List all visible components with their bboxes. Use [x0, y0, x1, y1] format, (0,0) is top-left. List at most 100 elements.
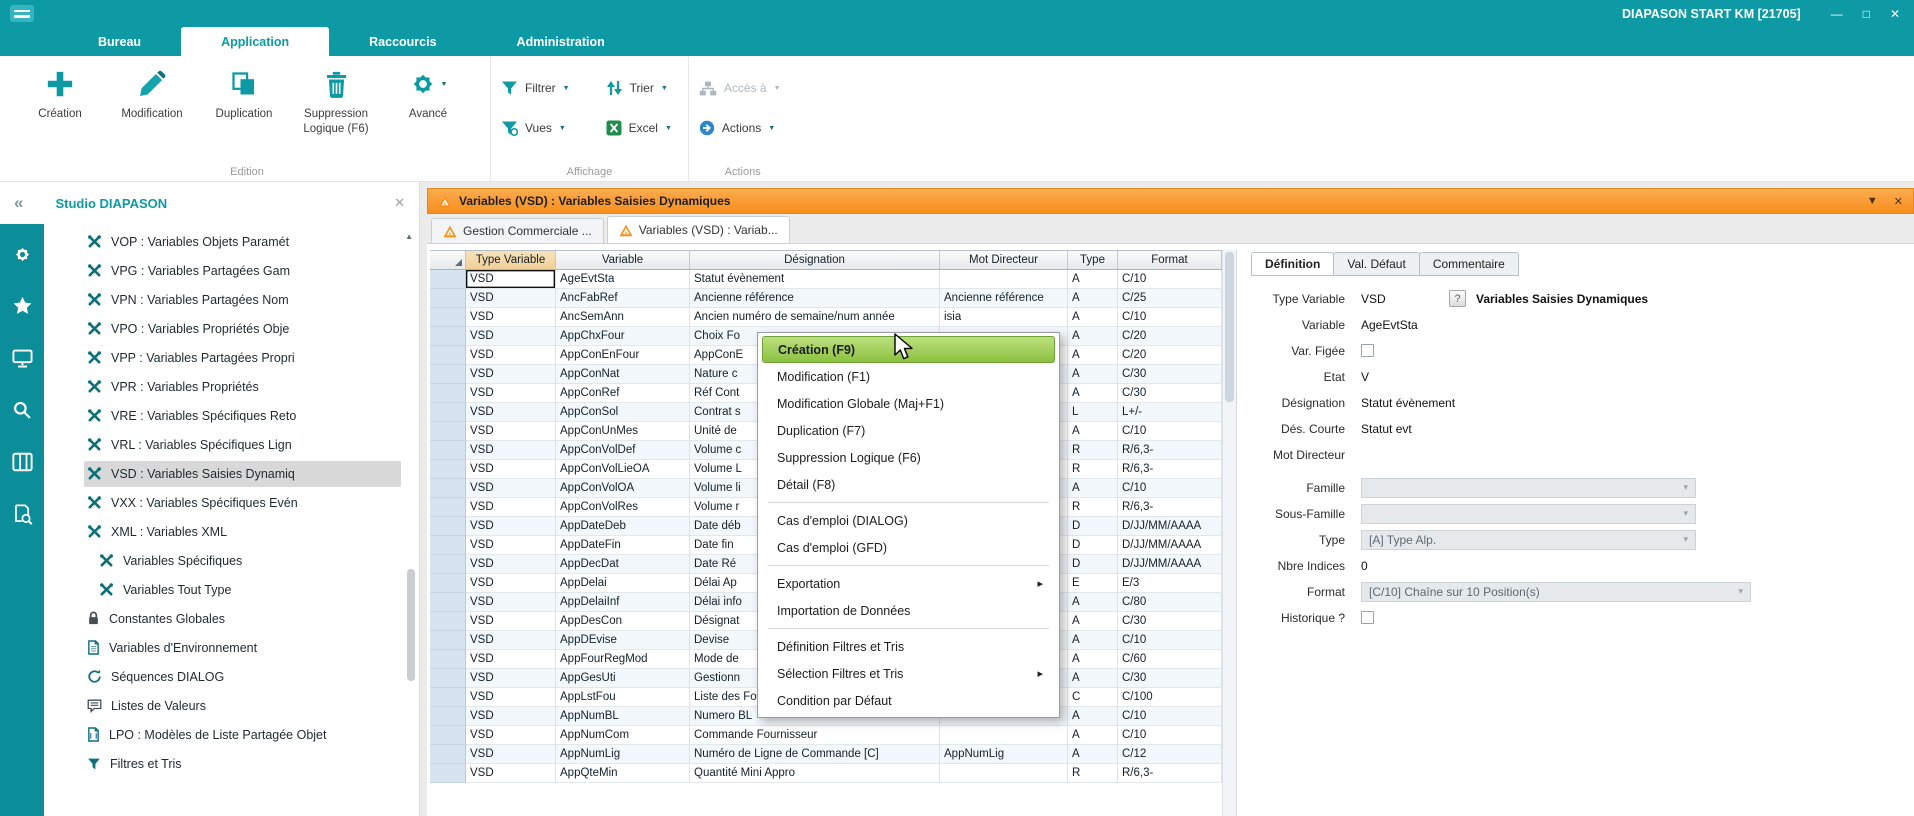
- table-cell[interactable]: R/6,3-: [1118, 498, 1222, 517]
- table-cell[interactable]: AppLstFou: [556, 688, 690, 707]
- table-cell[interactable]: AppConVolOA: [556, 479, 690, 498]
- table-cell[interactable]: VSD: [466, 365, 556, 384]
- table-cell[interactable]: isia: [940, 308, 1068, 327]
- table-cell[interactable]: Statut évènement: [690, 270, 940, 289]
- table-cell[interactable]: A: [1068, 612, 1118, 631]
- table-cell[interactable]: A: [1068, 365, 1118, 384]
- format-select[interactable]: [C/10] Chaîne sur 10 Position(s)▾: [1361, 582, 1751, 602]
- document-tab-variables-vsd-variab[interactable]: Variables (VSD) : Variab...: [607, 216, 790, 243]
- table-cell[interactable]: AgeEvtSta: [556, 270, 690, 289]
- table-cell[interactable]: AppNumCom: [556, 726, 690, 745]
- table-cell[interactable]: C: [1068, 688, 1118, 707]
- table-cell[interactable]: C/10: [1118, 308, 1222, 327]
- row-selector[interactable]: [430, 555, 466, 574]
- table-cell[interactable]: C/30: [1118, 612, 1222, 631]
- table-cell[interactable]: A: [1068, 631, 1118, 650]
- table-cell[interactable]: D: [1068, 536, 1118, 555]
- sidebar-item-vsd[interactable]: VSD : Variables Saisies Dynamiq: [44, 459, 419, 488]
- filtrer-button[interactable]: Filtrer▼: [501, 76, 570, 100]
- table-cell[interactable]: C/30: [1118, 669, 1222, 688]
- row-selector[interactable]: [430, 308, 466, 327]
- table-cell[interactable]: AppDelai: [556, 574, 690, 593]
- table-cell[interactable]: C/20: [1118, 327, 1222, 346]
- table-cell[interactable]: VSD: [466, 650, 556, 669]
- sidebar-item-xml[interactable]: XML : Variables XML: [44, 517, 419, 546]
- column-header-format[interactable]: Format: [1118, 251, 1222, 269]
- row-selector[interactable]: [430, 517, 466, 536]
- table-cell[interactable]: AppDEvise: [556, 631, 690, 650]
- table-cell[interactable]: VSD: [466, 688, 556, 707]
- suppression-logique-f6-button[interactable]: Suppression Logique (F6): [290, 62, 382, 163]
- table-cell[interactable]: AppConUnMes: [556, 422, 690, 441]
- context-menu-item-selection-filtres-et-tris[interactable]: Sélection Filtres et Tris▸: [762, 660, 1055, 687]
- table-cell[interactable]: VSD: [466, 270, 556, 289]
- table-cell[interactable]: R/6,3-: [1118, 460, 1222, 479]
- table-cell[interactable]: AppNumBL: [556, 707, 690, 726]
- sidebar-item-sequences-dialog[interactable]: Séquences DIALOG: [44, 662, 419, 691]
- table-cell[interactable]: C/10: [1118, 726, 1222, 745]
- famille-select[interactable]: ▾: [1361, 478, 1696, 498]
- table-cell[interactable]: AppConSol: [556, 403, 690, 422]
- row-selector[interactable]: [430, 365, 466, 384]
- table-cell[interactable]: R: [1068, 441, 1118, 460]
- sidebar-item-vxx[interactable]: VXX : Variables Spécifiques Evén: [44, 488, 419, 517]
- table-cell[interactable]: VSD: [466, 327, 556, 346]
- table-row[interactable]: VSDAgeEvtStaStatut évènementAC/10: [430, 270, 1222, 289]
- column-header-mot-directeur[interactable]: Mot Directeur: [940, 251, 1068, 269]
- sidebar-item-filtres-et-tris[interactable]: Filtres et Tris: [44, 749, 419, 778]
- context-menu-item-condition-par-defaut[interactable]: Condition par Défaut: [762, 687, 1055, 714]
- table-cell[interactable]: AppChxFour: [556, 327, 690, 346]
- row-selector[interactable]: [430, 270, 466, 289]
- table-cell[interactable]: VSD: [466, 555, 556, 574]
- table-cell[interactable]: A: [1068, 726, 1118, 745]
- context-menu-item-exportation[interactable]: Exportation▸: [762, 570, 1055, 597]
- sidebar-item-vop[interactable]: VOP : Variables Objets Paramét: [44, 227, 419, 256]
- table-cell[interactable]: L+/-: [1118, 403, 1222, 422]
- table-cell[interactable]: Ancien numéro de semaine/num année: [690, 308, 940, 327]
- table-cell[interactable]: R: [1068, 764, 1118, 783]
- table-cell[interactable]: A: [1068, 593, 1118, 612]
- table-cell[interactable]: AppDecDat: [556, 555, 690, 574]
- row-selector[interactable]: [430, 441, 466, 460]
- table-cell[interactable]: AppConNat: [556, 365, 690, 384]
- table-cell[interactable]: VSD: [466, 726, 556, 745]
- modification-button[interactable]: Modification: [106, 62, 198, 163]
- row-selector[interactable]: [430, 346, 466, 365]
- sidebar-item-lpo[interactable]: LPO : Modèles de Liste Partagée Objet: [44, 720, 419, 749]
- sidebar-item-vrl[interactable]: VRL : Variables Spécifiques Lign: [44, 430, 419, 459]
- row-selector[interactable]: [430, 764, 466, 783]
- table-row[interactable]: VSDAppQteMinQuantité Mini ApproRR/6,3-: [430, 764, 1222, 783]
- row-selector[interactable]: [430, 688, 466, 707]
- table-cell[interactable]: VSD: [466, 498, 556, 517]
- window-close-button[interactable]: ✕: [1894, 195, 1903, 208]
- table-cell[interactable]: E: [1068, 574, 1118, 593]
- row-selector[interactable]: [430, 612, 466, 631]
- table-cell[interactable]: A: [1068, 270, 1118, 289]
- sidebar-close-icon[interactable]: ✕: [394, 195, 405, 211]
- table-cell[interactable]: VSD: [466, 764, 556, 783]
- acces-a-button[interactable]: Accès à▼: [699, 76, 781, 100]
- table-cell[interactable]: A: [1068, 384, 1118, 403]
- table-cell[interactable]: VSD: [466, 403, 556, 422]
- table-cell[interactable]: VSD: [466, 669, 556, 688]
- collapse-sidebar-icon[interactable]: «: [14, 193, 23, 213]
- table-cell[interactable]: VSD: [466, 612, 556, 631]
- table-cell[interactable]: VSD: [466, 308, 556, 327]
- column-header-designation[interactable]: Désignation: [690, 251, 940, 269]
- row-selector[interactable]: [430, 631, 466, 650]
- table-cell[interactable]: VSD: [466, 384, 556, 403]
- sidebar-item-variables-d-environnement[interactable]: Variables d'Environnement: [44, 633, 419, 662]
- row-selector[interactable]: [430, 745, 466, 764]
- table-cell[interactable]: AppConRef: [556, 384, 690, 403]
- table-cell[interactable]: AppFourRegMod: [556, 650, 690, 669]
- row-selector[interactable]: [430, 536, 466, 555]
- table-cell[interactable]: AppGesUti: [556, 669, 690, 688]
- context-menu-item-modification-globale-maj-f1[interactable]: Modification Globale (Maj+F1): [762, 390, 1055, 417]
- table-cell[interactable]: [940, 764, 1068, 783]
- table-cell[interactable]: AncFabRef: [556, 289, 690, 308]
- sidebar-item-variables-specifiques[interactable]: Variables Spécifiques: [44, 546, 419, 575]
- table-cell[interactable]: AppConEnFour: [556, 346, 690, 365]
- table-cell[interactable]: R/6,3-: [1118, 764, 1222, 783]
- table-row[interactable]: VSDAncSemAnnAncien numéro de semaine/num…: [430, 308, 1222, 327]
- table-cell[interactable]: VSD: [466, 460, 556, 479]
